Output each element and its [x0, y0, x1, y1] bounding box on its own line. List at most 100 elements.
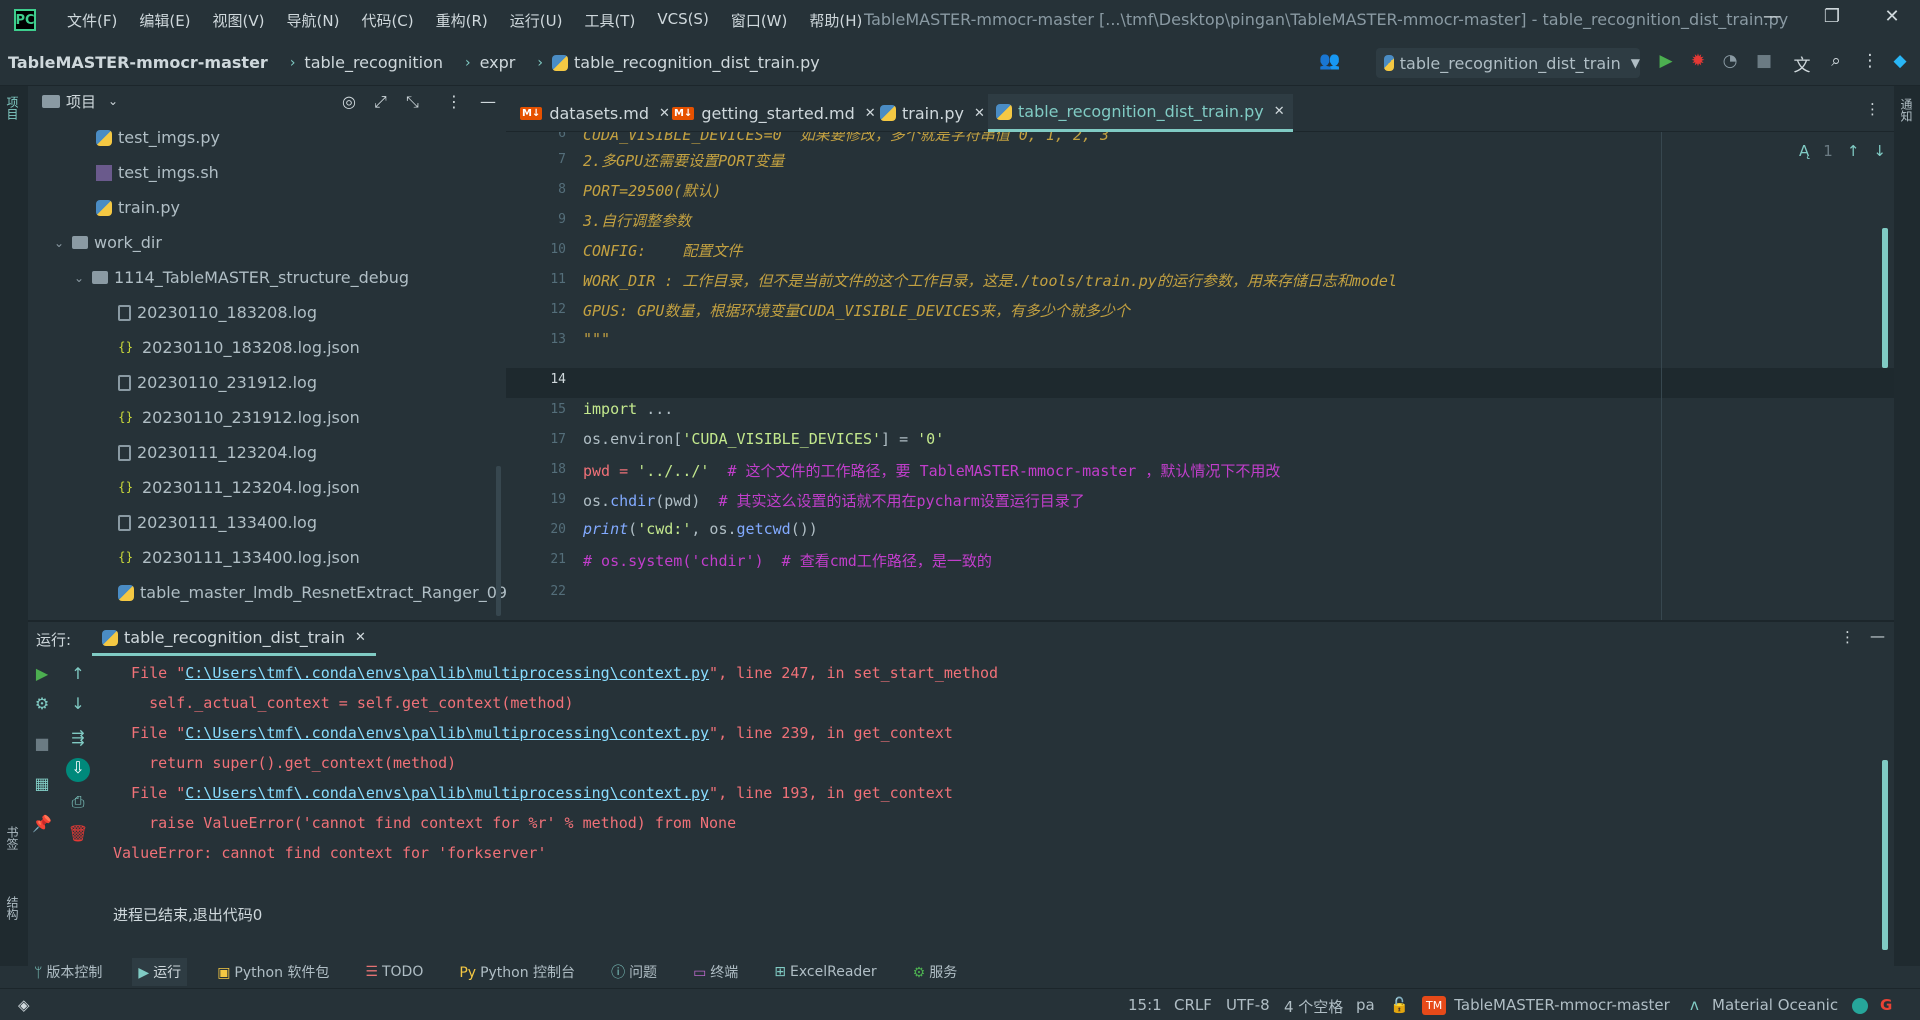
- trash-icon[interactable]: 🗑: [66, 824, 90, 848]
- tree-item[interactable]: 20230110_231912.log: [118, 365, 317, 400]
- tool-tab-python-console[interactable]: Py Python 控制台: [453, 958, 581, 986]
- collapse-all-icon[interactable]: ⤡: [406, 92, 419, 112]
- users-icon[interactable]: 👥: [1318, 51, 1342, 75]
- debug-icon[interactable]: ✹: [1686, 51, 1710, 75]
- hide-icon[interactable]: —: [480, 92, 496, 111]
- structure-tool-tab[interactable]: 结构: [4, 896, 21, 920]
- menu-file[interactable]: 文件(F): [56, 10, 128, 31]
- tool-tab-services[interactable]: ⚙ 服务: [907, 958, 964, 986]
- tab-train-py[interactable]: train.py ✕: [872, 94, 993, 132]
- tree-item[interactable]: 20230111_133400.log: [118, 505, 317, 540]
- arrow-up-icon[interactable]: ↑: [1847, 142, 1860, 160]
- breadcrumb-project[interactable]: TableMASTER-mmocr-master: [8, 53, 268, 72]
- tool-tab-terminal[interactable]: ▭ 终端: [687, 958, 744, 986]
- menu-tools[interactable]: 工具(T): [573, 10, 646, 31]
- tree-item[interactable]: {} 20230110_183208.log.json: [118, 330, 360, 365]
- breadcrumb-subfolder[interactable]: expr: [480, 53, 516, 72]
- file-encoding[interactable]: UTF-8: [1226, 996, 1270, 1014]
- code-editor[interactable]: Ą 1 ↑ ↓ 6 7 8 9 10 11 12 13 14 15 17 18 …: [506, 132, 1894, 620]
- close-window-button[interactable]: ✕: [1872, 6, 1912, 34]
- tree-item[interactable]: ⌄ 1114_TableMASTER_structure_debug: [74, 260, 409, 295]
- project-panel-title[interactable]: 项目: [66, 91, 96, 112]
- console-scrollbar[interactable]: [1882, 760, 1888, 950]
- stop-icon[interactable]: ■: [1752, 51, 1776, 75]
- menu-help[interactable]: 帮助(H): [798, 10, 873, 31]
- run-tab[interactable]: table_recognition_dist_train ✕: [92, 622, 376, 656]
- print-icon[interactable]: ⎙: [66, 792, 90, 816]
- project-indicator[interactable]: TM TableMASTER-mmocr-master: [1422, 996, 1670, 1015]
- translate-icon[interactable]: 文: [1790, 51, 1814, 76]
- hide-icon[interactable]: —: [1870, 627, 1885, 645]
- rerun-icon[interactable]: ▶: [30, 664, 54, 688]
- breadcrumb-file[interactable]: table_recognition_dist_train.py: [574, 53, 820, 72]
- run-config-selector[interactable]: table_recognition_dist_train ▼: [1376, 48, 1640, 78]
- google-icon[interactable]: G: [1880, 996, 1892, 1014]
- tool-tab-python-packages[interactable]: ▣ Python 软件包: [211, 958, 335, 986]
- breadcrumb-folder[interactable]: table_recognition: [304, 53, 443, 72]
- tree-item[interactable]: {} 20230110_231912.log.json: [118, 400, 360, 435]
- more-icon[interactable]: ⋮: [1840, 628, 1855, 646]
- project-scrollbar[interactable]: [496, 466, 501, 616]
- inspection-widget[interactable]: Ą 1 ↑ ↓: [1799, 142, 1886, 160]
- tab-table-recognition-dist-train[interactable]: table_recognition_dist_train.py ✕: [988, 94, 1293, 132]
- chevron-down-icon[interactable]: ⌄: [74, 271, 92, 285]
- menu-window[interactable]: 窗口(W): [720, 10, 799, 31]
- status-indicator-icon[interactable]: [1852, 998, 1868, 1014]
- bookmarks-tool-tab[interactable]: 书签: [4, 826, 21, 850]
- tool-tab-vcs[interactable]: ᛘ 版本控制: [28, 958, 108, 986]
- menu-navigate[interactable]: 导航(N): [276, 10, 351, 31]
- tree-item[interactable]: ⌄ work_dir: [54, 225, 162, 260]
- coverage-icon[interactable]: ◔: [1718, 51, 1742, 75]
- search-icon[interactable]: ⌕: [1824, 51, 1848, 75]
- menu-view[interactable]: 视图(V): [202, 10, 276, 31]
- console-file-link[interactable]: C:\Users\tmf\.conda\envs\pa\lib\multipro…: [185, 784, 709, 802]
- arrow-down-icon[interactable]: ↓: [1873, 142, 1886, 160]
- arrow-up-icon[interactable]: ↑: [66, 664, 90, 688]
- options-icon[interactable]: ⋮: [446, 92, 462, 111]
- pycharm-logo-icon[interactable]: PC: [14, 9, 36, 31]
- menu-edit[interactable]: 编辑(E): [128, 10, 201, 31]
- target-icon[interactable]: ◎: [342, 92, 356, 111]
- settings-icon[interactable]: ⚙: [30, 694, 54, 718]
- tool-tab-problems[interactable]: ⓘ 问题: [605, 958, 663, 986]
- close-icon[interactable]: ✕: [1274, 104, 1285, 119]
- tree-item[interactable]: train.py: [96, 190, 180, 225]
- stop-icon[interactable]: ■: [30, 734, 54, 758]
- expand-all-icon[interactable]: ⤢: [374, 92, 387, 112]
- tree-item[interactable]: table_master_lmdb_ResnetExtract_Ranger_0…: [118, 575, 506, 610]
- run-icon[interactable]: ▶: [1654, 51, 1678, 75]
- more-icon[interactable]: ⋮: [1858, 51, 1882, 75]
- tree-item[interactable]: 20230110_183208.log: [118, 295, 317, 330]
- minimize-button[interactable]: —: [1752, 6, 1792, 34]
- notifications-tool-tab[interactable]: 通知: [1898, 98, 1915, 122]
- chevron-down-icon[interactable]: ⌄: [54, 236, 72, 250]
- menu-vcs[interactable]: VCS(S): [646, 10, 719, 31]
- tool-tab-todo[interactable]: ☰ TODO: [359, 960, 429, 984]
- chevron-down-icon[interactable]: ⌄: [108, 94, 118, 108]
- scroll-to-end-icon[interactable]: ⇩: [66, 758, 90, 782]
- arrow-down-icon[interactable]: ↓: [66, 694, 90, 718]
- tree-item[interactable]: 20230111_123204.log: [118, 435, 317, 470]
- menu-run[interactable]: 运行(U): [499, 10, 574, 31]
- menu-code[interactable]: 代码(C): [350, 10, 424, 31]
- caret-position[interactable]: 15:1: [1128, 996, 1162, 1014]
- menu-refactor[interactable]: 重构(R): [425, 10, 499, 31]
- project-tool-tab[interactable]: 项目: [4, 96, 21, 120]
- restore-button[interactable]: ❐: [1812, 6, 1852, 34]
- close-icon[interactable]: ✕: [355, 630, 366, 645]
- line-separator[interactable]: CRLF: [1174, 996, 1212, 1014]
- tree-item[interactable]: {} 20230111_123204.log.json: [118, 470, 360, 505]
- console-file-link[interactable]: C:\Users\tmf\.conda\envs\pa\lib\multipro…: [185, 664, 709, 682]
- layout-icon[interactable]: ▦: [30, 774, 54, 798]
- jetbrains-ai-icon[interactable]: ◆: [1888, 51, 1912, 75]
- pin-icon[interactable]: 📌: [30, 814, 54, 838]
- tree-item[interactable]: test_imgs.sh: [96, 155, 219, 190]
- tab-datasets-md[interactable]: M↓ datasets.md ✕: [512, 94, 678, 132]
- interpreter[interactable]: pa: [1356, 996, 1375, 1014]
- theme-name[interactable]: Material Oceanic: [1712, 996, 1838, 1014]
- tree-item[interactable]: test_imgs.py: [96, 120, 220, 155]
- editor-scrollbar[interactable]: [1882, 228, 1888, 368]
- tool-tab-excelreader[interactable]: ⊞ ExcelReader: [768, 960, 882, 984]
- tree-item[interactable]: {} 20230111_133400.log.json: [118, 540, 360, 575]
- console-file-link[interactable]: C:\Users\tmf\.conda\envs\pa\lib\multipro…: [185, 724, 709, 742]
